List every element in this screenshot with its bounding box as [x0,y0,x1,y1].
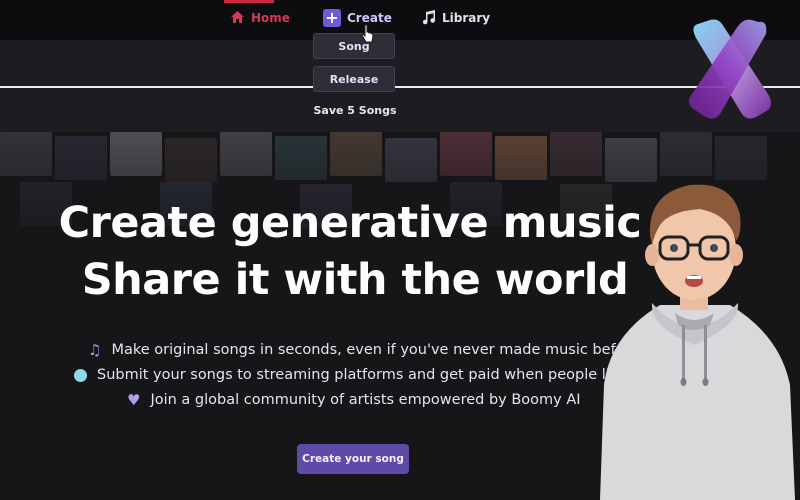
feature-text: Submit your songs to streaming platforms… [97,367,618,383]
avatar-presenter [600,184,795,500]
nav-home[interactable]: Home [230,8,290,28]
feature-item: ♥ Join a global community of artists emp… [127,391,581,409]
feature-text: Make original songs in seconds, even if … [111,342,631,358]
nav-library-label: Library [442,11,491,25]
dropdown-item-song[interactable]: Song [313,33,395,59]
plus-icon: + [323,9,341,27]
nav-create[interactable]: + Create [323,8,392,28]
dropdown-item-release[interactable]: Release [313,66,395,92]
feature-item: ♫ Make original songs in seconds, even i… [88,341,631,359]
music-note-icon [422,9,436,28]
dot-icon [74,368,87,382]
feature-text: Join a global community of artists empow… [150,392,581,408]
mouse-cursor-icon [361,24,375,48]
nav-library[interactable]: Library [422,8,490,28]
heart-icon: ♥ [127,391,141,409]
music-notes-icon: ♫ [88,341,102,359]
home-active-indicator [224,0,274,3]
nav-home-label: Home [251,11,290,25]
feature-item: Submit your songs to streaming platforms… [74,367,617,383]
x-logo-icon [689,19,771,119]
nav-create-label: Create [347,11,392,25]
save-songs-note: Save 5 Songs [313,104,397,117]
create-your-song-button[interactable]: Create your song [297,444,409,474]
home-icon [230,10,245,27]
